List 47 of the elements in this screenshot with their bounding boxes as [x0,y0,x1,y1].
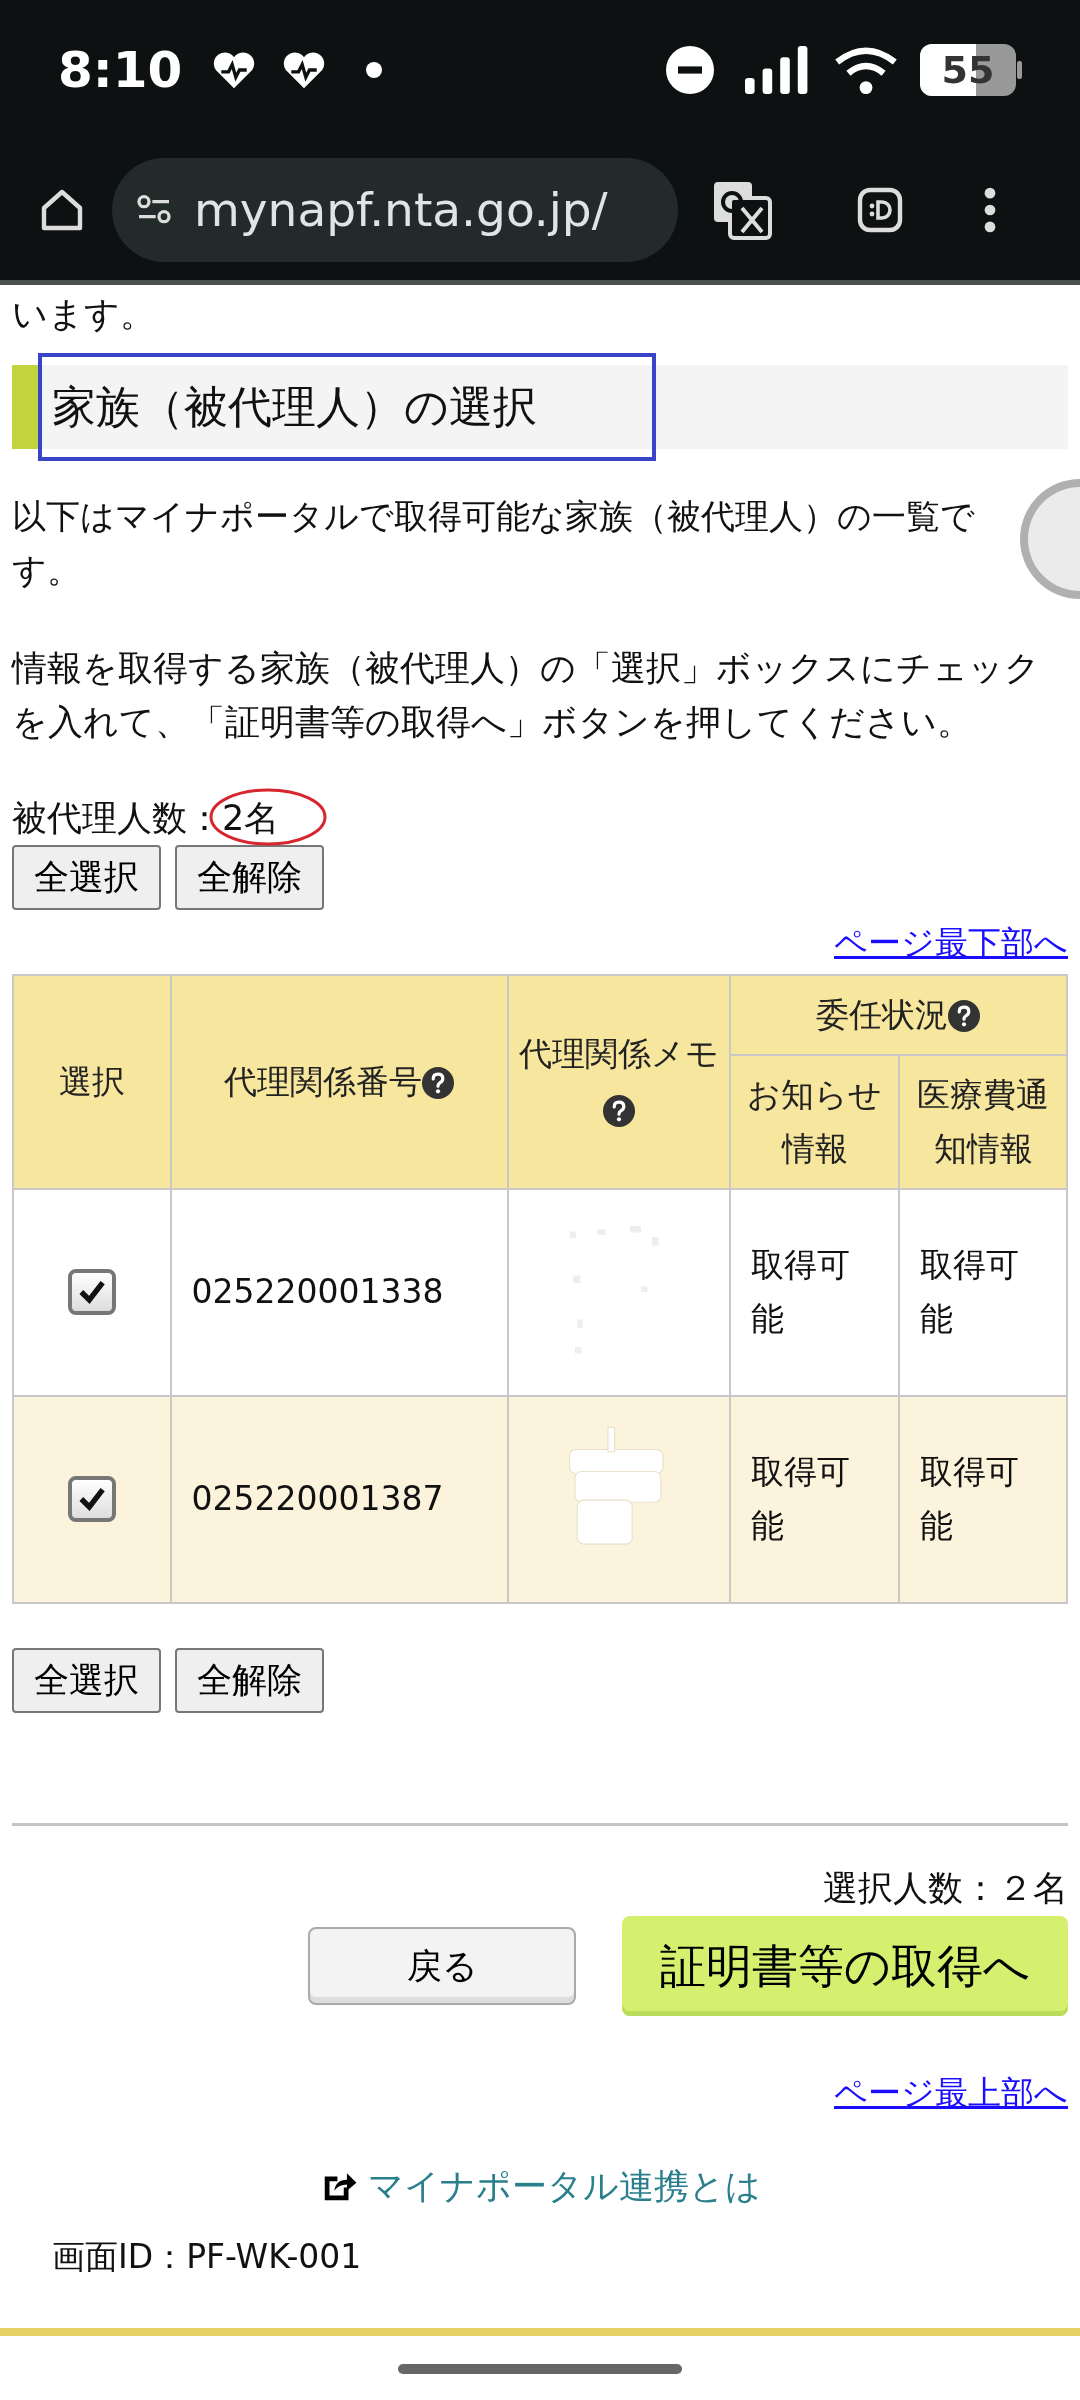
column-header: 委任状況 [729,974,1067,1055]
table-cell: 025220001387 [170,1395,509,1603]
table-cell: 取得可能 [899,1395,1067,1603]
selected-count: 選択人数：２名 [823,1866,1068,1910]
table-cell: 取得可能 [729,1188,900,1396]
table-cell: 取得可能 [729,1395,900,1603]
section-heading: 家族（被代理人）の選択 [52,380,537,434]
column-header: 医療費通知情報 [899,1054,1067,1189]
battery-icon [920,44,1022,96]
checkbox[interactable] [67,1476,116,1522]
battery-level: 55 [941,50,995,90]
heart-icon [212,50,257,90]
table-cell: 取得可能 [899,1188,1067,1396]
select-button[interactable]: 全選択 [12,845,161,910]
column-header: 選択 [13,974,171,1189]
menu-icon[interactable] [982,187,998,233]
wifi-icon [834,46,898,94]
do-not-disturb-icon [666,46,714,94]
portal-link[interactable]: マイナポータル連携とは [367,2159,761,2212]
column-header: 代理関係メモ [508,974,730,1189]
dot-icon [366,62,383,78]
url-text: mynapf.nta.go.jp/ [194,180,608,239]
column-header: 代理関係番号 [170,974,509,1189]
get-certificate-button[interactable]: 証明書等の取得へ [622,1916,1068,2016]
select-button[interactable]: 全選択 [12,1647,161,1713]
screen-id: 画面ID：PF-WK-001 [52,2237,362,2276]
table-cell: 025220001338 [170,1188,509,1396]
column-header: お知らせ情報 [729,1054,900,1189]
signal-icon [744,46,810,94]
tab-switcher-icon[interactable] [856,186,904,234]
translate-icon[interactable] [712,180,772,240]
select-button[interactable]: 全解除 [175,845,324,910]
page-bottom-link[interactable]: ページ最下部へ [834,918,1068,968]
back-button[interactable]: 戻る [308,1927,576,2005]
url-bar[interactable]: mynapf.nta.go.jp/ [112,158,678,262]
status-time: 8:10 [58,39,183,101]
heart-icon [282,50,327,90]
instruction-text: 情報を取得する家族（被代理人）の「選択」ボックスにチェックを入れて、「証明書等の取得へ」ボタンを押してください。 [12,647,1041,744]
select-button[interactable]: 全解除 [175,1647,324,1713]
count-label: 被代理人数：2名 [12,798,280,838]
intro-text: います。 [12,293,156,336]
help-icon[interactable] [603,1095,635,1127]
page-top-link[interactable]: ページ最上部へ [834,2068,1068,2118]
help-icon[interactable] [948,1000,981,1033]
checkbox[interactable] [67,1269,116,1315]
description-text: 以下はマイナポータルで取得可能な家族（被代理人）の一覧です。 [12,495,976,592]
help-icon[interactable] [422,1067,455,1100]
